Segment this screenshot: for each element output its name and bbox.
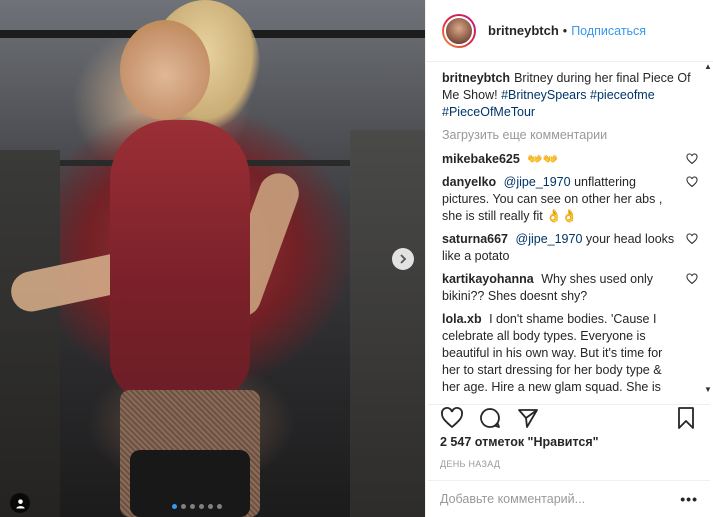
- more-options-button[interactable]: •••: [680, 491, 698, 507]
- scroll-down-icon[interactable]: ▼: [704, 385, 712, 394]
- carousel-dot: [172, 504, 177, 509]
- background-dancer-right: [350, 130, 425, 517]
- carousel-dot: [190, 504, 195, 509]
- performer-head: [120, 20, 210, 120]
- comment-item: lola.xb I don't shame bodies. 'Cause I c…: [442, 311, 698, 395]
- hashtag-link[interactable]: #pieceofme: [590, 88, 655, 102]
- like-heart-icon[interactable]: [440, 406, 464, 430]
- post-caption: britneybtch Britney during her final Piec…: [442, 70, 698, 121]
- hashtag-link[interactable]: #PieceOfMeTour: [442, 105, 535, 119]
- comment-item: saturna667 @jipe_1970 your head looks li…: [442, 231, 698, 265]
- chevron-right-icon: [400, 254, 407, 264]
- background-dancer-left: [0, 150, 60, 517]
- bookmark-icon[interactable]: [674, 406, 698, 430]
- follow-button[interactable]: Подписаться: [571, 24, 646, 38]
- avatar[interactable]: [442, 13, 476, 48]
- caption-username[interactable]: britneybtch: [442, 71, 510, 85]
- comment-item: danyelko @jipe_1970 unflattering picture…: [442, 174, 698, 225]
- comment-text: 👐👐: [527, 152, 559, 166]
- person-icon: [15, 498, 25, 509]
- add-comment-bar: •••: [428, 480, 710, 517]
- comment-input[interactable]: [440, 492, 681, 506]
- heart-icon[interactable]: [686, 233, 698, 245]
- comment-item: mikebake625 👐👐: [442, 151, 698, 168]
- share-send-icon[interactable]: [516, 406, 540, 430]
- heart-icon[interactable]: [686, 273, 698, 285]
- comment-mention[interactable]: @jipe_1970: [516, 232, 583, 246]
- post-actions: 2 547 отметок "Нравится" ДЕНЬ НАЗАД: [428, 404, 710, 469]
- performer-costume: [110, 120, 250, 400]
- hashtag-link[interactable]: #BritneySpears: [501, 88, 586, 102]
- post-date[interactable]: ДЕНЬ НАЗАД: [440, 459, 698, 469]
- comment-mention[interactable]: @jipe_1970: [504, 175, 571, 189]
- carousel-dot: [181, 504, 186, 509]
- comment-item: kartikayohanna Why shes used only bikini…: [442, 271, 698, 305]
- post-photo[interactable]: [0, 0, 425, 517]
- next-photo-button[interactable]: [392, 248, 414, 270]
- carousel-dot: [199, 504, 204, 509]
- tagged-users-button[interactable]: [10, 493, 30, 513]
- comment-username[interactable]: saturna667: [442, 232, 508, 246]
- heart-icon[interactable]: [686, 153, 698, 165]
- heart-icon[interactable]: [686, 176, 698, 188]
- comment-username[interactable]: kartikayohanna: [442, 272, 534, 286]
- load-more-comments-button[interactable]: Загрузить еще комментарии: [442, 127, 698, 144]
- comments-list: britneybtch Britney during her final Piec…: [442, 70, 698, 395]
- likes-count[interactable]: 2 547 отметок "Нравится": [440, 435, 698, 449]
- post-author-username[interactable]: britneybtch: [488, 23, 559, 38]
- scroll-up-icon[interactable]: ▲: [704, 62, 712, 71]
- carousel-indicator: [172, 504, 222, 509]
- post-header: britneybtch • Подписаться: [426, 0, 713, 62]
- comment-username[interactable]: mikebake625: [442, 152, 520, 166]
- comment-username[interactable]: danyelko: [442, 175, 496, 189]
- header-separator: •: [562, 23, 568, 38]
- carousel-dot: [208, 504, 213, 509]
- comment-bubble-icon[interactable]: [478, 406, 502, 430]
- comment-username[interactable]: lola.xb: [442, 312, 482, 326]
- comments-scrollbar[interactable]: ▲ ▼: [702, 62, 712, 397]
- carousel-dot: [217, 504, 222, 509]
